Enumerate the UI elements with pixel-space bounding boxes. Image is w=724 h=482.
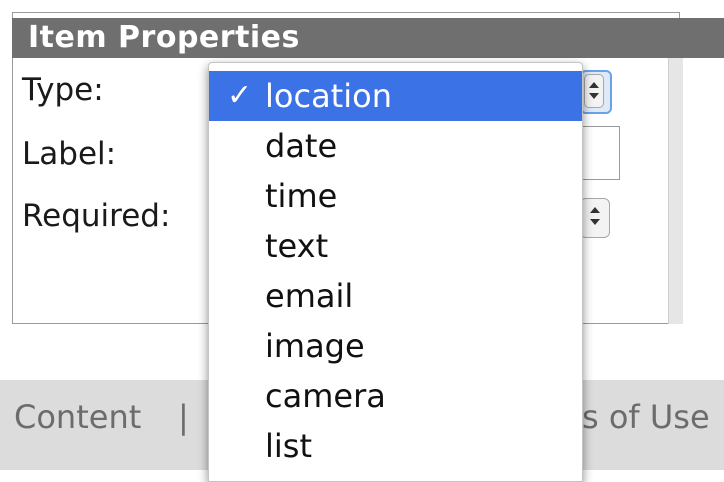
dropdown-option-location[interactable]: ✓ location [209,71,582,121]
option-label: list [265,427,312,465]
chevron-down-icon [590,219,600,225]
dropdown-option-list[interactable]: list [209,421,582,471]
checkmark-icon: ✓ [227,78,253,113]
chevron-up-icon [589,82,599,88]
option-label: time [265,177,338,215]
dropdown-option-date[interactable]: date [209,121,582,171]
dropdown-option-time[interactable]: time [209,171,582,221]
label-label: Label: [22,136,117,172]
label-input[interactable] [580,126,620,180]
chevron-up-icon [590,207,600,213]
dropdown-option-camera[interactable]: camera [209,371,582,421]
option-label: image [265,327,365,365]
option-label: camera [265,377,386,415]
type-label: Type: [22,72,104,108]
panel-title: Item Properties [12,18,724,58]
type-dropdown-menu[interactable]: ✓ location date time text email image ca… [208,62,583,482]
required-select[interactable] [580,198,610,238]
footer-content-link[interactable]: Content [14,398,141,436]
dropdown-option-text[interactable]: text [209,221,582,271]
panel-scrollbar[interactable] [668,58,683,324]
type-select-arrows-icon[interactable] [584,74,604,108]
option-label: text [265,227,329,265]
dropdown-option-image[interactable]: image [209,321,582,371]
required-label: Required: [22,198,171,234]
footer-separator: | [178,398,189,436]
footer-terms-link[interactable]: s of Use [582,398,710,436]
dropdown-option-email[interactable]: email [209,271,582,321]
option-label: email [265,277,354,315]
top-strip [0,0,724,12]
chevron-down-icon [589,93,599,99]
option-label: location [265,77,392,115]
option-label: date [265,127,338,165]
